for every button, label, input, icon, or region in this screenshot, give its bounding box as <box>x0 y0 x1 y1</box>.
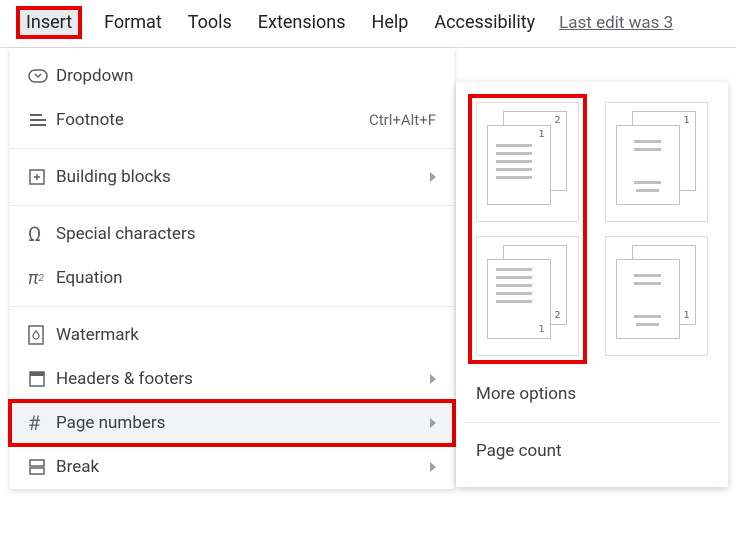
menubar-item-extensions[interactable]: Extensions <box>256 8 348 37</box>
menu-break[interactable]: Break <box>10 445 454 489</box>
chevron-right-icon <box>430 172 436 182</box>
watermark-icon <box>28 325 56 345</box>
menu-label: Page numbers <box>56 413 422 433</box>
menu-headers-footers[interactable]: Headers & footers <box>10 357 454 401</box>
menu-label: Break <box>56 457 422 477</box>
building-blocks-icon <box>28 168 56 186</box>
menu-page-numbers[interactable]: # Page numbers <box>10 401 454 445</box>
menu-label: Equation <box>56 268 436 288</box>
menu-watermark[interactable]: Watermark <box>10 313 454 357</box>
page-number-style-footer-right-skip-first[interactable]: 1 <box>605 236 708 356</box>
menu-shortcut: Ctrl+Alt+F <box>369 111 436 129</box>
page-number-style-header-right-skip-first[interactable]: 1 <box>605 102 708 222</box>
chevron-right-icon <box>430 374 436 384</box>
page-number-style-grid: 2 1 2 1 <box>470 96 714 362</box>
menu-dropdown[interactable]: Dropdown <box>10 54 454 98</box>
footnote-icon <box>28 112 56 128</box>
menu-label: Building blocks <box>56 167 422 187</box>
menu-label: Headers & footers <box>56 369 422 389</box>
menu-footnote[interactable]: Footnote Ctrl+Alt+F <box>10 98 454 142</box>
last-edit-link[interactable]: Last edit was 3 <box>559 13 673 33</box>
menu-label: Dropdown <box>56 66 436 86</box>
pi-icon: π2 <box>28 268 56 289</box>
chevron-right-icon <box>430 418 436 428</box>
insert-dropdown: Dropdown Footnote Ctrl+Alt+F Building bl… <box>10 48 454 489</box>
menu-building-blocks[interactable]: Building blocks <box>10 155 454 199</box>
menubar-item-help[interactable]: Help <box>370 8 411 37</box>
submenu-right-column: 1 1 <box>599 96 714 362</box>
menu-label: Special characters <box>56 224 436 244</box>
submenu-page-count[interactable]: Page count <box>470 429 714 473</box>
menubar-item-tools[interactable]: Tools <box>186 8 234 37</box>
submenu-left-column: 2 1 2 1 <box>470 96 585 362</box>
menu-separator <box>10 306 454 307</box>
omega-icon: Ω <box>28 222 56 246</box>
page-number-style-header-right[interactable]: 2 1 <box>476 102 579 222</box>
page-numbers-submenu: 2 1 2 1 <box>456 82 728 487</box>
hash-icon: # <box>28 411 56 435</box>
menubar-item-format[interactable]: Format <box>102 8 164 37</box>
menu-separator <box>10 148 454 149</box>
page-number-style-footer-right[interactable]: 2 1 <box>476 236 579 356</box>
menu-separator <box>10 205 454 206</box>
chevron-right-icon <box>430 462 436 472</box>
menu-label: Footnote <box>56 110 369 130</box>
menu-equation[interactable]: π2 Equation <box>10 256 454 300</box>
submenu-more-options[interactable]: More options <box>470 372 714 416</box>
headers-footers-icon <box>28 370 56 388</box>
break-icon <box>28 458 56 476</box>
menu-separator <box>464 422 720 423</box>
menubar-item-insert[interactable]: Insert <box>18 8 80 37</box>
menu-special-characters[interactable]: Ω Special characters <box>10 212 454 256</box>
menu-label: Watermark <box>56 325 436 345</box>
menubar: Insert Format Tools Extensions Help Acce… <box>0 0 736 48</box>
menubar-item-accessibility[interactable]: Accessibility <box>432 8 537 37</box>
dropdown-chip-icon <box>28 69 56 83</box>
